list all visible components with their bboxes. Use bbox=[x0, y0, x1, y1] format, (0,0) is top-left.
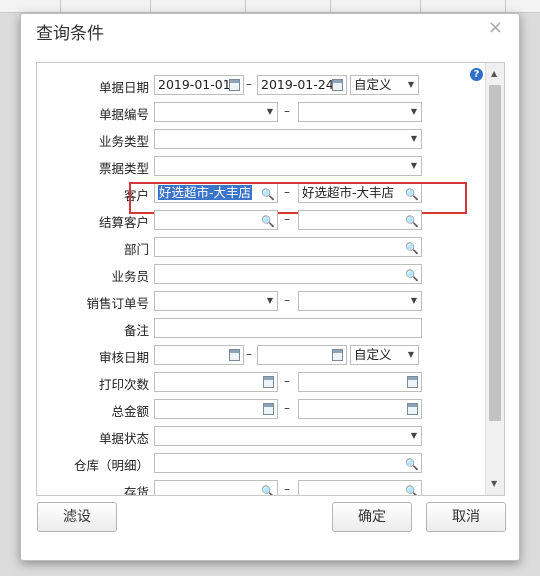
doc-date-to-value: 2019-01-24 bbox=[261, 77, 334, 92]
calculator-icon[interactable] bbox=[407, 376, 418, 388]
doc-date-mode-value: 自定义 bbox=[354, 77, 392, 92]
dialog-title: 查询条件 bbox=[36, 24, 104, 44]
background-grid-header bbox=[0, 0, 540, 13]
settle-customer-to-field[interactable]: 🔍 bbox=[298, 210, 422, 230]
inventory-to-field[interactable]: 🔍 bbox=[298, 480, 422, 495]
chevron-down-icon: ▼ bbox=[410, 107, 417, 116]
range-separator: – bbox=[284, 104, 290, 118]
search-icon[interactable]: 🔍 bbox=[405, 483, 419, 495]
remark-label: 备注 bbox=[123, 323, 149, 338]
audit-date-mode-select[interactable]: 自定义 ▼ bbox=[350, 345, 419, 365]
chevron-down-icon: ▼ bbox=[410, 134, 417, 143]
search-icon[interactable]: 🔍 bbox=[405, 240, 419, 256]
audit-date-from-field[interactable] bbox=[154, 345, 244, 365]
search-icon[interactable]: 🔍 bbox=[261, 483, 275, 495]
doc-no-label: 单据编号 bbox=[98, 107, 149, 122]
search-icon[interactable]: 🔍 bbox=[261, 213, 275, 229]
chevron-down-icon: ▼ bbox=[410, 431, 417, 440]
search-icon[interactable]: 🔍 bbox=[405, 267, 419, 283]
doc-date-from-field[interactable]: 2019-01-01 bbox=[154, 75, 244, 95]
chevron-down-icon: ▼ bbox=[407, 80, 414, 89]
range-separator: – bbox=[284, 374, 290, 388]
chevron-down-icon: ▼ bbox=[266, 296, 273, 305]
calendar-icon[interactable] bbox=[332, 349, 343, 361]
conditions-panel: ? 单据日期 2019-01-01 – 2019-01-24 自定义 ▼ 单据编… bbox=[36, 62, 505, 496]
doc-date-label: 单据日期 bbox=[98, 80, 149, 95]
biz-type-label: 业务类型 bbox=[98, 134, 149, 149]
range-separator: – bbox=[284, 401, 290, 415]
ok-button[interactable]: 确定 bbox=[332, 502, 412, 532]
scroll-up-icon[interactable]: ▲ bbox=[491, 69, 497, 78]
salesperson-label: 业务员 bbox=[111, 269, 149, 284]
audit-date-to-field[interactable] bbox=[257, 345, 347, 365]
chevron-down-icon: ▼ bbox=[410, 296, 417, 305]
filter-settings-button[interactable]: 滤设 bbox=[37, 502, 117, 532]
calendar-icon[interactable] bbox=[229, 79, 240, 91]
range-separator: – bbox=[284, 482, 290, 496]
query-conditions-dialog: 查询条件 × ? 单据日期 2019-01-01 – 2019-01-24 自定… bbox=[20, 13, 520, 561]
doc-no-to-select[interactable]: ▼ bbox=[298, 102, 422, 122]
biz-type-select[interactable]: ▼ bbox=[154, 129, 422, 149]
print-count-to-field[interactable] bbox=[298, 372, 422, 392]
chevron-down-icon: ▼ bbox=[410, 161, 417, 170]
range-separator: – bbox=[284, 212, 290, 226]
audit-date-label: 审核日期 bbox=[98, 350, 149, 365]
close-icon[interactable]: × bbox=[488, 17, 503, 38]
cancel-button[interactable]: 取消 bbox=[426, 502, 506, 532]
department-label: 部门 bbox=[123, 242, 149, 257]
inventory-from-field[interactable]: 🔍 bbox=[154, 480, 278, 495]
sales-order-no-to-select[interactable]: ▼ bbox=[298, 291, 422, 311]
doc-date-to-field[interactable]: 2019-01-24 bbox=[257, 75, 347, 95]
range-separator: – bbox=[246, 77, 252, 91]
scroll-down-icon[interactable]: ▼ bbox=[491, 479, 497, 488]
range-separator: – bbox=[284, 293, 290, 307]
vertical-scrollbar[interactable]: ▲ ▼ bbox=[485, 63, 504, 495]
ticket-type-label: 票据类型 bbox=[98, 161, 149, 176]
warehouse-label: 仓库（明细） bbox=[73, 458, 149, 473]
salesperson-field[interactable]: 🔍 bbox=[154, 264, 422, 284]
department-field[interactable]: 🔍 bbox=[154, 237, 422, 257]
calculator-icon[interactable] bbox=[407, 403, 418, 415]
search-icon[interactable]: 🔍 bbox=[405, 213, 419, 229]
sales-order-no-from-select[interactable]: ▼ bbox=[154, 291, 278, 311]
search-icon[interactable]: 🔍 bbox=[405, 456, 419, 472]
sales-order-no-label: 销售订单号 bbox=[86, 296, 149, 311]
warehouse-field[interactable]: 🔍 bbox=[154, 453, 422, 473]
total-amount-from-field[interactable] bbox=[154, 399, 278, 419]
inventory-label: 存货 bbox=[123, 485, 149, 496]
doc-date-from-value: 2019-01-01 bbox=[158, 77, 231, 92]
settle-customer-from-field[interactable]: 🔍 bbox=[154, 210, 278, 230]
settle-customer-label: 结算客户 bbox=[98, 215, 149, 230]
audit-date-mode-value: 自定义 bbox=[354, 347, 392, 362]
total-amount-label: 总金额 bbox=[111, 404, 149, 419]
calculator-icon[interactable] bbox=[263, 376, 274, 388]
ticket-type-select[interactable]: ▼ bbox=[154, 156, 422, 176]
print-count-label: 打印次数 bbox=[98, 377, 149, 392]
total-amount-to-field[interactable] bbox=[298, 399, 422, 419]
doc-status-label: 单据状态 bbox=[98, 431, 149, 446]
chevron-down-icon: ▼ bbox=[266, 107, 273, 116]
calendar-icon[interactable] bbox=[229, 349, 240, 361]
range-separator: – bbox=[246, 347, 252, 361]
calendar-icon[interactable] bbox=[332, 79, 343, 91]
doc-no-from-select[interactable]: ▼ bbox=[154, 102, 278, 122]
calculator-icon[interactable] bbox=[263, 403, 274, 415]
doc-status-select[interactable]: ▼ bbox=[154, 426, 422, 446]
chevron-down-icon: ▼ bbox=[407, 350, 414, 359]
remark-input[interactable] bbox=[154, 318, 422, 338]
help-icon[interactable]: ? bbox=[470, 68, 483, 81]
doc-date-mode-select[interactable]: 自定义 ▼ bbox=[350, 75, 419, 95]
print-count-from-field[interactable] bbox=[154, 372, 278, 392]
scrollbar-thumb[interactable] bbox=[489, 85, 501, 421]
